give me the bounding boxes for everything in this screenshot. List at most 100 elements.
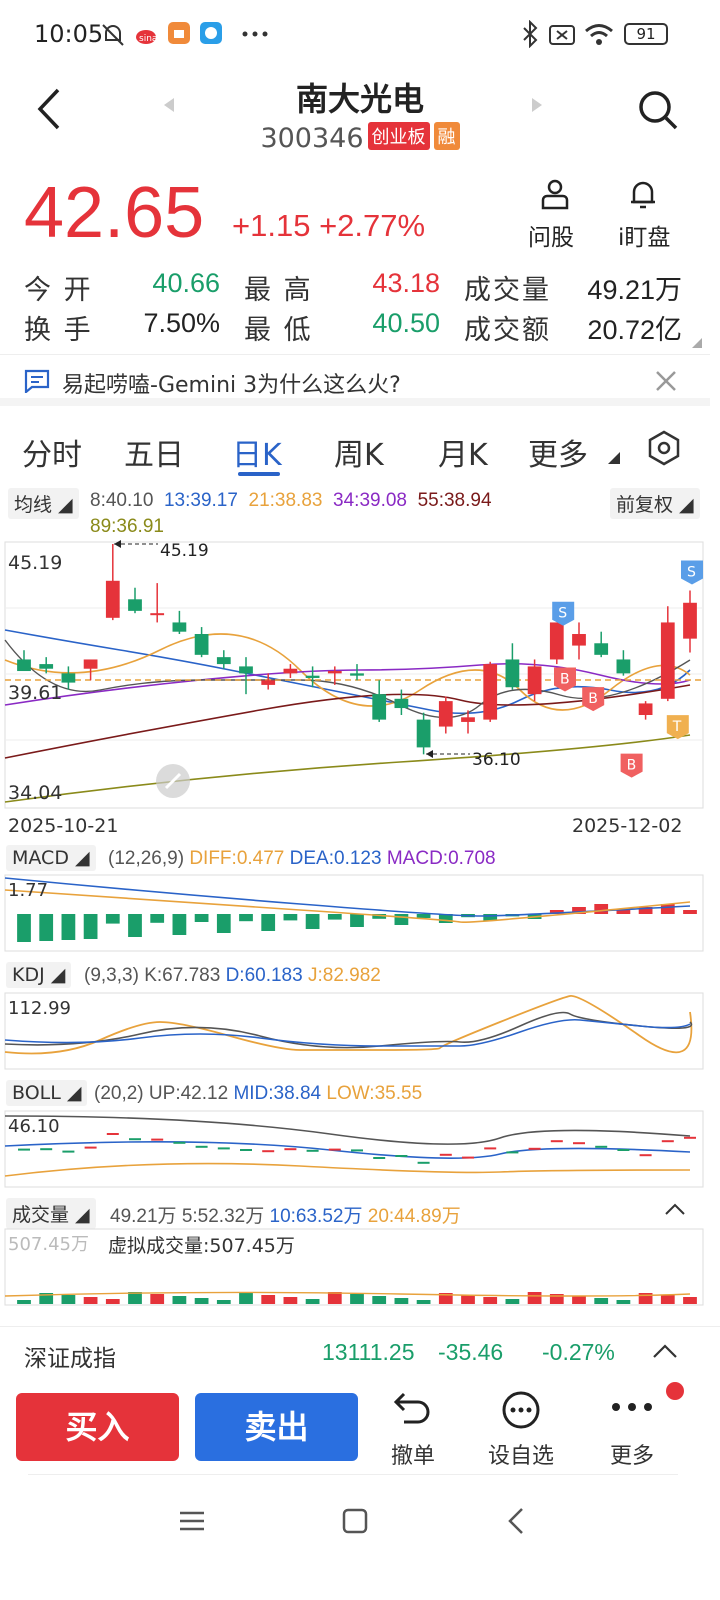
volume-bar: [105, 1299, 120, 1304]
app-orange-icon: [168, 22, 190, 44]
active-tab-indicator: [238, 472, 280, 476]
volume-selector[interactable]: 成交量 ◢: [6, 1198, 96, 1229]
index-bar[interactable]: 深证成指 13111.25 -35.46 -0.27%: [0, 1326, 720, 1378]
candle-body: [150, 613, 165, 616]
expand-corner-icon[interactable]: [692, 338, 702, 348]
ma8-value: 8:40.10: [90, 490, 154, 511]
tab-more[interactable]: 更多: [528, 430, 588, 474]
candle-body: [461, 717, 475, 722]
more-dots-icon[interactable]: [610, 1400, 654, 1414]
stat-value-amount: 20.72亿: [587, 315, 682, 345]
stock-name: 南大光电: [295, 80, 424, 118]
tab-more-dropdown-icon[interactable]: [608, 452, 620, 464]
volume-ma20: 20:44.89万: [367, 1206, 461, 1227]
candle-body: [105, 580, 120, 618]
macd-bar: [83, 914, 98, 939]
collapse-chevron-icon[interactable]: [664, 1202, 686, 1216]
volume-bar: [350, 1294, 364, 1304]
ma-selector[interactable]: 均线 ◢: [8, 488, 79, 519]
cancel-order-label[interactable]: 撤单: [373, 1438, 453, 1470]
search-icon[interactable]: [636, 88, 680, 132]
macd-chart[interactable]: 1.77: [0, 874, 720, 954]
candlestick-chart[interactable]: S S B B B T 45.19 39.61 34.04 45.19 36.10 202…: [0, 540, 720, 840]
macd-label: MACD: [12, 847, 69, 869]
message-icon: [24, 369, 50, 393]
signal-label: S: [687, 565, 696, 581]
boll-low: LOW:35.55: [326, 1083, 423, 1104]
signal-label: B: [560, 671, 570, 687]
watch-bell-button[interactable]: [628, 178, 658, 214]
svg-text:sina: sina: [139, 34, 157, 44]
boll-up: UP:42.12: [148, 1083, 229, 1104]
buy-button[interactable]: 买入: [16, 1393, 179, 1461]
watch-label[interactable]: i盯盘: [618, 218, 670, 252]
y-min-label: 34.04: [8, 782, 62, 804]
candle-body: [616, 659, 631, 674]
settings-hex-icon[interactable]: [646, 430, 682, 466]
tab-monthly-k[interactable]: 月K: [438, 430, 488, 474]
change-pct: +2.77%: [319, 208, 426, 243]
candle-body: [39, 664, 54, 669]
candle-body: [505, 659, 520, 688]
tab-five-day[interactable]: 五日: [124, 430, 184, 474]
nav-home-icon[interactable]: [342, 1508, 368, 1534]
candle-body: [216, 657, 231, 665]
macd-bar: [194, 914, 209, 922]
notice-text[interactable]: 易起唠嗑-Gemini 3为什么这么火?: [62, 367, 401, 399]
candle-body: [572, 634, 586, 646]
volume-bar: [172, 1296, 187, 1304]
stat-label-amount: 成交额: [464, 315, 551, 346]
kdj-params: (9,3,3): [84, 965, 139, 986]
close-icon[interactable]: [654, 369, 678, 393]
boll-label: BOLL: [12, 1082, 61, 1104]
weibo-icon: sina: [136, 30, 157, 44]
d-line: [4, 1018, 691, 1047]
kdj-selector[interactable]: KDJ ◢: [6, 962, 72, 988]
more-label[interactable]: 更多: [592, 1438, 672, 1470]
tab-weekly-k[interactable]: 周K: [334, 430, 384, 474]
nav-back-icon[interactable]: [506, 1506, 526, 1536]
undo-icon[interactable]: [392, 1390, 434, 1430]
boll-chart[interactable]: 46.10: [0, 1110, 720, 1190]
ma34-value: 34:39.08: [333, 490, 407, 511]
nav-menu-icon[interactable]: [178, 1508, 206, 1534]
volume-bar: [660, 1295, 675, 1304]
comment-icon[interactable]: [500, 1390, 542, 1430]
candle-body: [283, 668, 298, 674]
volume-bar: [83, 1297, 98, 1304]
index-name: 深证成指: [24, 1346, 116, 1372]
volume-chart[interactable]: 507.45万 虚拟成交量:507.45万: [0, 1228, 720, 1306]
kdj-chart[interactable]: 112.99: [0, 992, 720, 1072]
battery-icon: 91: [624, 23, 668, 45]
candle-body: [549, 622, 564, 660]
divider: [28, 1474, 678, 1475]
add-watchlist-label[interactable]: 设自选: [481, 1438, 561, 1470]
high-marker-label: 45.19: [160, 541, 209, 561]
index-expand-icon[interactable]: [652, 1343, 678, 1359]
tab-daily-k[interactable]: 日K: [232, 430, 282, 474]
more-status-icon: [242, 31, 268, 37]
ask-stock-label[interactable]: 问股: [528, 218, 574, 252]
macd-selector[interactable]: MACD ◢: [6, 845, 96, 871]
adjust-selector[interactable]: 前复权 ◢: [610, 488, 700, 519]
tab-intraday[interactable]: 分时: [22, 430, 82, 474]
sell-button[interactable]: 卖出: [195, 1393, 358, 1461]
stat-label-high: 最 高: [244, 275, 313, 306]
kdj-values: (9,3,3) K:67.783 D:60.183 J:82.982: [84, 965, 381, 987]
macd-dea: DEA:0.123: [289, 848, 382, 869]
macd-bar: [416, 914, 431, 918]
volume-bar: [61, 1295, 76, 1304]
bluetooth-icon: [523, 20, 538, 48]
ma13-value: 13:39.17: [163, 490, 238, 511]
notice-bar[interactable]: 易起唠嗑-Gemini 3为什么这么火?: [0, 354, 710, 406]
change-value: +1.15: [232, 208, 311, 243]
ma21-value: 21:38.83: [248, 490, 323, 511]
stat-label-low: 最 低: [244, 315, 313, 346]
bell-icon: [631, 181, 655, 209]
ma89-value: 89:36.91: [90, 516, 164, 537]
boll-selector[interactable]: BOLL ◢: [6, 1080, 88, 1106]
ask-stock-button[interactable]: [530, 178, 580, 214]
ma89-line: [4, 734, 691, 803]
volume-bar: [616, 1300, 631, 1304]
candle-body: [416, 719, 431, 748]
